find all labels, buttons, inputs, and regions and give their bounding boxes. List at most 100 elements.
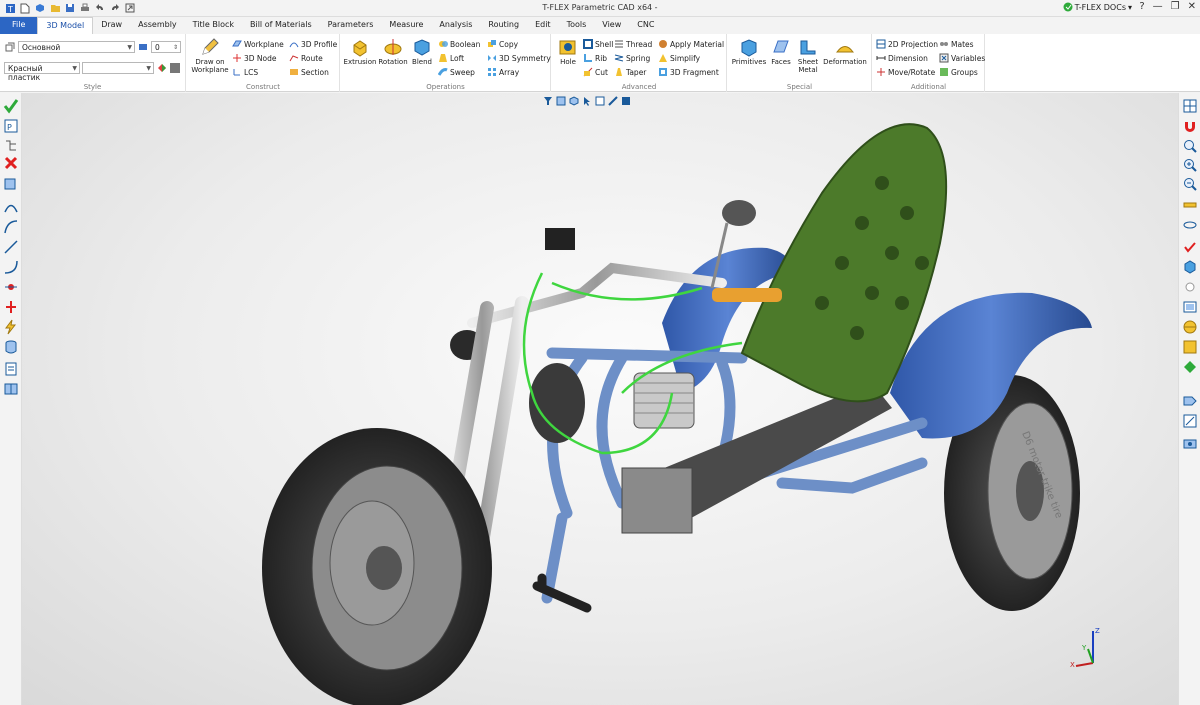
tab-title-block[interactable]: Title Block xyxy=(185,17,242,34)
color-swatch-icon[interactable] xyxy=(170,63,180,73)
curve-icon[interactable] xyxy=(3,219,19,235)
cube-view-icon[interactable] xyxy=(1182,259,1198,275)
help-button[interactable]: ? xyxy=(1139,1,1144,12)
tab-assembly[interactable]: Assembly xyxy=(130,17,185,34)
3d-viewport[interactable]: D6 motor trike tire xyxy=(22,93,1178,705)
sketch-icon[interactable] xyxy=(1182,413,1198,429)
groups-button[interactable]: Groups xyxy=(939,67,978,77)
tab-bill-of-materials[interactable]: Bill of Materials xyxy=(242,17,320,34)
filter-icon[interactable] xyxy=(543,96,553,106)
magnet-icon[interactable] xyxy=(1182,119,1198,135)
tree-icon[interactable] xyxy=(3,138,19,154)
loft-button[interactable]: Loft xyxy=(438,53,464,63)
select-window-icon[interactable] xyxy=(3,176,19,192)
tab-analysis[interactable]: Analysis xyxy=(431,17,480,34)
render-icon[interactable] xyxy=(1182,359,1198,375)
zoom-window-icon[interactable] xyxy=(1182,138,1198,154)
spring-button[interactable]: Spring xyxy=(614,53,650,63)
node-point-icon[interactable] xyxy=(3,279,19,295)
palette-icon[interactable] xyxy=(157,63,167,73)
route-button[interactable]: Route xyxy=(289,53,323,63)
docs-menu[interactable]: T-FLEX DOCs ▾ xyxy=(1063,2,1132,12)
close-button[interactable]: ✕ xyxy=(1188,1,1196,12)
level-stepper[interactable]: 0 ⇕ xyxy=(151,41,181,53)
workplane-button[interactable]: Workplane xyxy=(232,39,284,49)
variables-button[interactable]: Variables xyxy=(939,53,985,63)
zoom-out-icon[interactable] xyxy=(1182,176,1198,192)
shade-icon[interactable] xyxy=(1182,339,1198,355)
array-button[interactable]: Array xyxy=(487,67,519,77)
lightning-icon[interactable] xyxy=(3,319,19,335)
cut-button[interactable]: Cut xyxy=(583,67,608,77)
mates-button[interactable]: Mates xyxy=(939,39,974,49)
orbit-icon[interactable] xyxy=(1182,217,1198,233)
sheet-metal-button[interactable]: Sheet Metal xyxy=(794,37,822,74)
thread-button[interactable]: Thread xyxy=(614,39,652,49)
dimension-button[interactable]: Dimension xyxy=(876,53,928,63)
tab-file[interactable]: File xyxy=(0,17,38,34)
view-front-icon[interactable] xyxy=(556,96,566,106)
layers-view-icon[interactable] xyxy=(1182,299,1198,315)
cylinder-icon[interactable] xyxy=(3,339,19,355)
arc-icon[interactable] xyxy=(3,259,19,275)
3d-fragment-button[interactable]: 3D Fragment xyxy=(658,67,719,77)
select-body-icon[interactable] xyxy=(621,96,631,106)
deformation-button[interactable]: Deformation xyxy=(822,37,868,66)
ok-checkmark-icon[interactable] xyxy=(3,98,19,114)
constraint-icon[interactable] xyxy=(3,299,19,315)
lcs-button[interactable]: LCS xyxy=(232,67,258,77)
tab-routing[interactable]: Routing xyxy=(480,17,527,34)
select-edge-icon[interactable] xyxy=(608,96,618,106)
tab-cnc[interactable]: CNC xyxy=(629,17,662,34)
tab-draw[interactable]: Draw xyxy=(93,17,130,34)
taper-button[interactable]: Taper xyxy=(614,67,646,77)
tab-tools[interactable]: Tools xyxy=(559,17,595,34)
3d-profile-button[interactable]: 3D Profile xyxy=(289,39,337,49)
select-mode-icon[interactable] xyxy=(582,96,592,106)
primitives-button[interactable]: Primitives xyxy=(731,37,767,66)
sweep-button[interactable]: Sweep xyxy=(438,67,475,77)
tab-edit[interactable]: Edit xyxy=(527,17,559,34)
layer-combo[interactable]: Основной ▼ xyxy=(18,41,135,53)
view-grid-icon[interactable] xyxy=(1182,98,1198,114)
3d-symmetry-button[interactable]: 3D Symmetry xyxy=(487,53,551,63)
move-rotate-button[interactable]: Move/Rotate xyxy=(876,67,935,77)
rib-button[interactable]: Rib xyxy=(583,53,607,63)
minimize-button[interactable]: — xyxy=(1153,1,1163,12)
line-icon[interactable] xyxy=(3,239,19,255)
select-face-icon[interactable] xyxy=(595,96,605,106)
extrusion-button[interactable]: Extrusion xyxy=(343,37,377,66)
section-button[interactable]: Section xyxy=(289,67,329,77)
sphere-icon[interactable] xyxy=(1182,319,1198,335)
check-select-icon[interactable] xyxy=(1182,239,1198,255)
view-iso-icon[interactable] xyxy=(569,96,579,106)
zoom-in-icon[interactable] xyxy=(1182,157,1198,173)
camera-icon[interactable] xyxy=(1182,435,1198,451)
2d-projection-button[interactable]: 2D Projection xyxy=(876,39,938,49)
tab-parameters[interactable]: Parameters xyxy=(320,17,382,34)
material-combo[interactable]: Красный пластик ▼ xyxy=(4,62,80,82)
maximize-button[interactable]: ❐ xyxy=(1171,1,1180,12)
apply-material-button[interactable]: Apply Material xyxy=(658,39,724,49)
tab-measure[interactable]: Measure xyxy=(381,17,431,34)
arrow-right-icon[interactable] xyxy=(1182,393,1198,409)
3d-node-button[interactable]: 3D Node xyxy=(232,53,277,63)
copy-button[interactable]: Copy xyxy=(487,39,518,49)
shell-button[interactable]: Shell xyxy=(583,39,613,49)
book-icon[interactable] xyxy=(3,381,19,397)
measure-icon[interactable] xyxy=(1182,197,1198,213)
blend-button[interactable]: Blend xyxy=(409,37,435,66)
document-icon[interactable] xyxy=(3,361,19,377)
hole-button[interactable]: Hole xyxy=(555,37,581,66)
tab-view[interactable]: View xyxy=(594,17,629,34)
spline-icon[interactable] xyxy=(3,199,19,215)
rotation-button[interactable]: Rotation xyxy=(377,37,409,66)
color-combo[interactable]: ▼ xyxy=(82,62,154,74)
light-icon[interactable] xyxy=(1182,279,1198,295)
simplify-button[interactable]: Simplify xyxy=(658,53,700,63)
draw-on-workplane-button[interactable]: Draw on Workplane xyxy=(190,37,230,74)
faces-button[interactable]: Faces xyxy=(768,37,794,66)
boolean-button[interactable]: Boolean xyxy=(438,39,480,49)
cancel-x-icon[interactable] xyxy=(3,155,19,171)
parameters-window-icon[interactable]: P xyxy=(3,118,19,134)
